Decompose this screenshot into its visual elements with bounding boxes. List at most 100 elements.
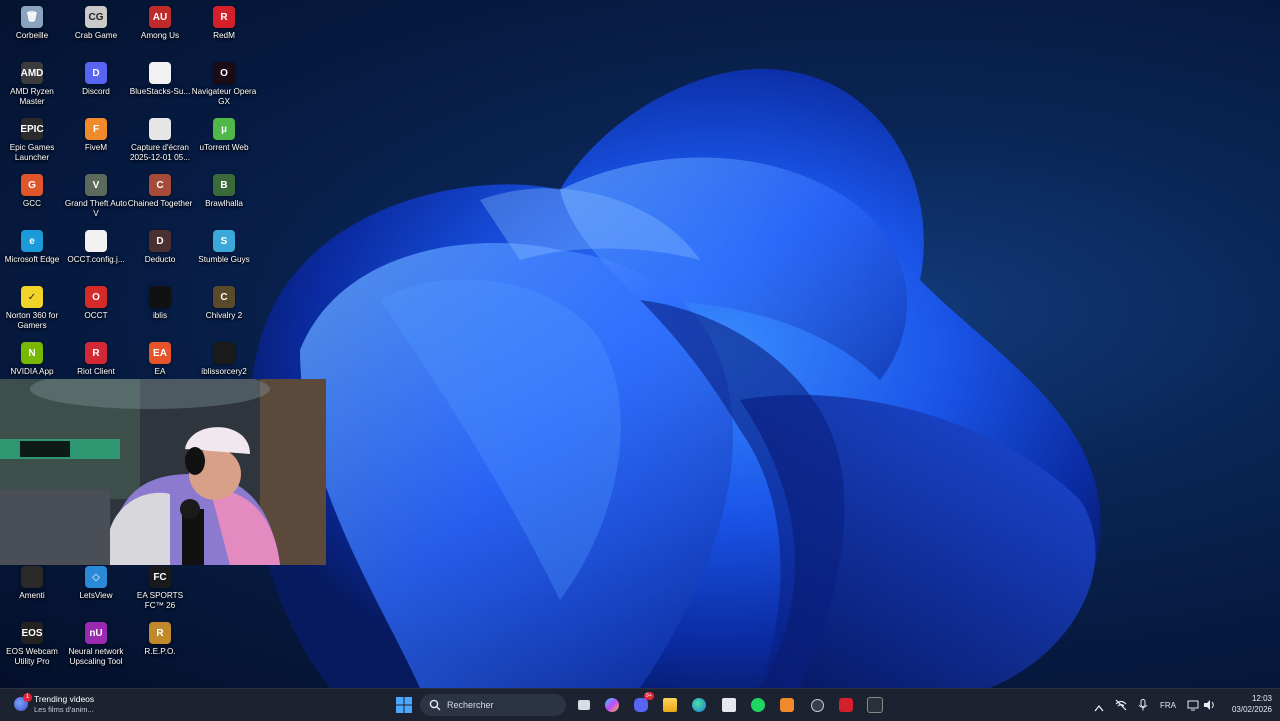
utorrent-icon: µ xyxy=(213,118,235,140)
desktop-icon-label: Chained Together xyxy=(127,199,193,208)
desktop-icon-label: Capture d'écran 2025-12-01 05... xyxy=(129,143,191,162)
amd-ryzen-master-icon: AMD xyxy=(21,62,43,84)
speaker-icon xyxy=(1204,700,1214,710)
discord-icon xyxy=(634,698,648,712)
gcc-icon: G xyxy=(21,174,43,196)
neural-upscale-icon: nU xyxy=(85,622,107,644)
taskbar-fivem[interactable] xyxy=(776,695,798,715)
copilot-icon xyxy=(605,698,619,712)
fivem-icon: F xyxy=(85,118,107,140)
desktop-icon[interactable]: C Chained Together xyxy=(128,170,192,226)
discord-icon: D xyxy=(85,62,107,84)
search-placeholder: Rechercher xyxy=(447,700,494,710)
iblissorcery2-icon xyxy=(213,342,235,364)
desktop-icon[interactable]: AU Among Us xyxy=(128,2,192,58)
microphone-tray-button[interactable] xyxy=(1138,698,1148,716)
desktop-icon-label: iblissorcery2 xyxy=(201,367,247,376)
desktop-icon[interactable]: EPIC Epic Games Launcher xyxy=(0,114,64,170)
ea-sports-fc-icon: FC xyxy=(149,566,171,588)
taskbar-store[interactable] xyxy=(718,695,740,715)
desktop-icon[interactable]: D Deducto xyxy=(128,226,192,282)
desktop-icon-label: Norton 360 for Gamers xyxy=(5,311,59,330)
taskbar-app-dark[interactable] xyxy=(864,695,886,715)
taskbar-app-circle[interactable] xyxy=(806,695,828,715)
desktop-icon[interactable]: AMD AMD Ryzen Master xyxy=(0,58,64,114)
taskbar-discord[interactable]: 9+ xyxy=(630,692,654,715)
desktop-icon-label: Grand Theft Auto V xyxy=(64,199,128,218)
desktop-icon[interactable]: µ uTorrent Web xyxy=(192,114,256,170)
widgets-button[interactable]: 1 Trending videos Les films d'anim... xyxy=(10,693,120,717)
desktop-icon[interactable]: O Navigateur Opera GX xyxy=(192,58,256,114)
volume-tray-button[interactable] xyxy=(1203,698,1216,716)
stumble-guys-icon: S xyxy=(213,230,235,252)
desktop-icon-label: EA SPORTS FC™ 26 xyxy=(136,591,184,610)
desktop-icon[interactable]: R R.E.P.O. xyxy=(128,618,192,674)
edge-icon: e xyxy=(21,230,43,252)
desktop-icon[interactable]: S Stumble Guys xyxy=(192,226,256,282)
desktop-icon[interactable]: e Microsoft Edge xyxy=(0,226,64,282)
desktop-icon[interactable]: V Grand Theft Auto V xyxy=(64,170,128,226)
clock-button[interactable]: 12:03 03/02/2026 xyxy=(1222,693,1272,717)
iblis-icon xyxy=(149,286,171,308)
desktop-icon[interactable]: Amenti xyxy=(0,562,64,618)
desktop-icon[interactable]: D Discord xyxy=(64,58,128,114)
desktop-icon-label: GCC xyxy=(22,199,42,208)
show-hidden-icons-button[interactable] xyxy=(1094,699,1104,717)
desktop-icon[interactable]: R RedM xyxy=(192,2,256,58)
desktop-icon-label: Amenti xyxy=(19,591,45,600)
gta-v-icon: V xyxy=(85,174,107,196)
desktop-icon-label: OCCT.config.j... xyxy=(67,255,125,264)
desktop-icon-label: Deducto xyxy=(144,255,176,264)
file-icon xyxy=(85,230,107,252)
taskbar-copilot[interactable] xyxy=(601,695,623,715)
desktop-icon-label: Discord xyxy=(82,87,110,96)
chevron-up-icon xyxy=(1094,704,1104,712)
redm-icon: R xyxy=(213,6,235,28)
desktop-icon[interactable]: FC EA SPORTS FC™ 26 xyxy=(128,562,192,618)
desktop-icon-label: AMD Ryzen Master xyxy=(10,87,54,106)
clock-time: 12:03 xyxy=(1251,694,1272,703)
among-us-icon: AU xyxy=(149,6,171,28)
language-indicator[interactable]: FRA xyxy=(1160,701,1176,710)
desktop-icon[interactable]: C Chivalry 2 xyxy=(192,282,256,338)
edge-icon xyxy=(692,698,706,712)
nvidia-icon: N xyxy=(21,342,43,364)
taskbar: 1 Trending videos Les films d'anim... Re… xyxy=(0,688,1280,721)
task-view-button[interactable] xyxy=(573,695,595,715)
taskbar-redm[interactable] xyxy=(835,695,857,715)
desktop-icon-label: Crab Game xyxy=(74,31,118,40)
desktop-icon[interactable]: Capture d'écran 2025-12-01 05... xyxy=(128,114,192,170)
desktop-icon[interactable]: ✓ Norton 360 for Gamers xyxy=(0,282,64,338)
start-button[interactable] xyxy=(393,695,415,715)
desktop-icon[interactable]: ◇ LetsView xyxy=(64,562,128,618)
taskbar-spotify[interactable] xyxy=(747,695,769,715)
store-icon xyxy=(722,698,736,712)
desktop-icon[interactable]: F FiveM xyxy=(64,114,128,170)
desktop-icon-label: Epic Games Launcher xyxy=(9,143,55,162)
desktop-icon[interactable]: OCCT.config.j... xyxy=(64,226,128,282)
desktop-icon[interactable]: O OCCT xyxy=(64,282,128,338)
display-tray-button[interactable] xyxy=(1187,698,1199,716)
redm-icon xyxy=(839,698,853,712)
desktop-icon[interactable]: iblis xyxy=(128,282,192,338)
deducto-icon: D xyxy=(149,230,171,252)
taskbar-file-explorer[interactable] xyxy=(659,695,681,715)
taskbar-search-box[interactable]: Rechercher xyxy=(420,694,566,716)
desktop-icon[interactable]: EOS EOS Webcam Utility Pro xyxy=(0,618,64,674)
desktop-icon[interactable]: BlueStacks-Su... xyxy=(128,58,192,114)
desktop-icon[interactable]: B Brawlhalla xyxy=(192,170,256,226)
desktop-icon-label: Among Us xyxy=(140,31,180,40)
desktop-icon[interactable]: nU Neural network Upscaling Tool xyxy=(64,618,128,674)
desktop-icon[interactable]: 🗑 Corbeille xyxy=(0,2,64,58)
taskbar-edge[interactable] xyxy=(688,695,710,715)
letsview-icon: ◇ xyxy=(85,566,107,588)
network-tray-button[interactable] xyxy=(1115,698,1127,716)
windows-logo-icon xyxy=(396,697,412,713)
widget-subtitle: Les films d'anim... xyxy=(34,705,94,714)
desktop-icon[interactable]: G GCC xyxy=(0,170,64,226)
norton-icon: ✓ xyxy=(21,286,43,308)
desktop-icon-label: BlueStacks-Su... xyxy=(129,87,191,96)
network-off-icon xyxy=(1115,699,1127,711)
opera-gx-icon: O xyxy=(213,62,235,84)
desktop-icon[interactable]: CG Crab Game xyxy=(64,2,128,58)
